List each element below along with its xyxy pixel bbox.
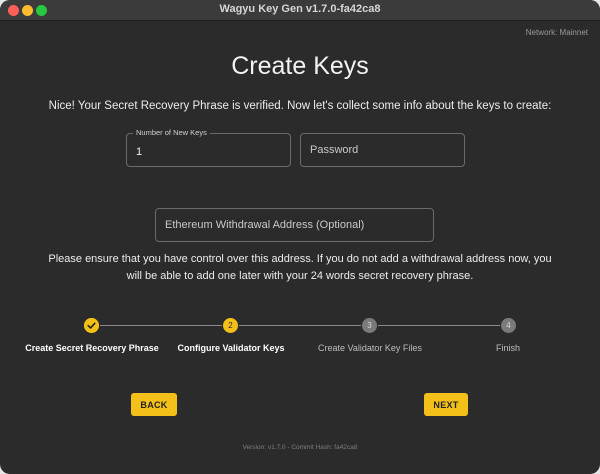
step-2-label: Configure Validator Keys [177,343,285,353]
step-3-icon: 3 [362,318,377,333]
intro-text: Nice! Your Secret Recovery Phrase is ver… [48,100,552,112]
number-of-keys-field: Number of New Keys [126,128,291,167]
title-bar: Wagyu Key Gen v1.7.0-fa42ca8 [0,0,600,21]
next-button[interactable]: NEXT [424,393,468,416]
step-connector [378,325,500,326]
password-input[interactable] [301,134,464,166]
step-connector [239,325,361,326]
version-footer: Version: v1.7.0 - Commit Hash: fa42ca8 [242,444,358,451]
page-title: Create Keys [231,52,369,80]
back-button[interactable]: BACK [131,393,177,416]
check-icon [84,318,99,333]
network-indicator: Network: Mainnet [525,28,588,37]
password-field [300,133,465,167]
step-4-icon: 4 [501,318,516,333]
app-window: Wagyu Key Gen v1.7.0-fa42ca8 Network: Ma… [0,0,600,474]
withdrawal-address-field [155,208,434,242]
step-4-label: Finish [495,343,520,353]
withdrawal-note: Please ensure that you have control over… [48,253,552,282]
step-2-icon: 2 [223,318,238,333]
step-3-label: Create Validator Key Files [318,343,422,353]
step-1-label: Create Secret Recovery Phrase [25,343,159,353]
window-title: Wagyu Key Gen v1.7.0-fa42ca8 [219,3,381,15]
step-connector [100,325,222,326]
number-of-keys-input[interactable] [127,134,290,166]
progress-stepper: 2 3 4 Create Secret Recovery Phrase Conf… [0,318,600,358]
withdrawal-address-input[interactable] [156,209,433,241]
